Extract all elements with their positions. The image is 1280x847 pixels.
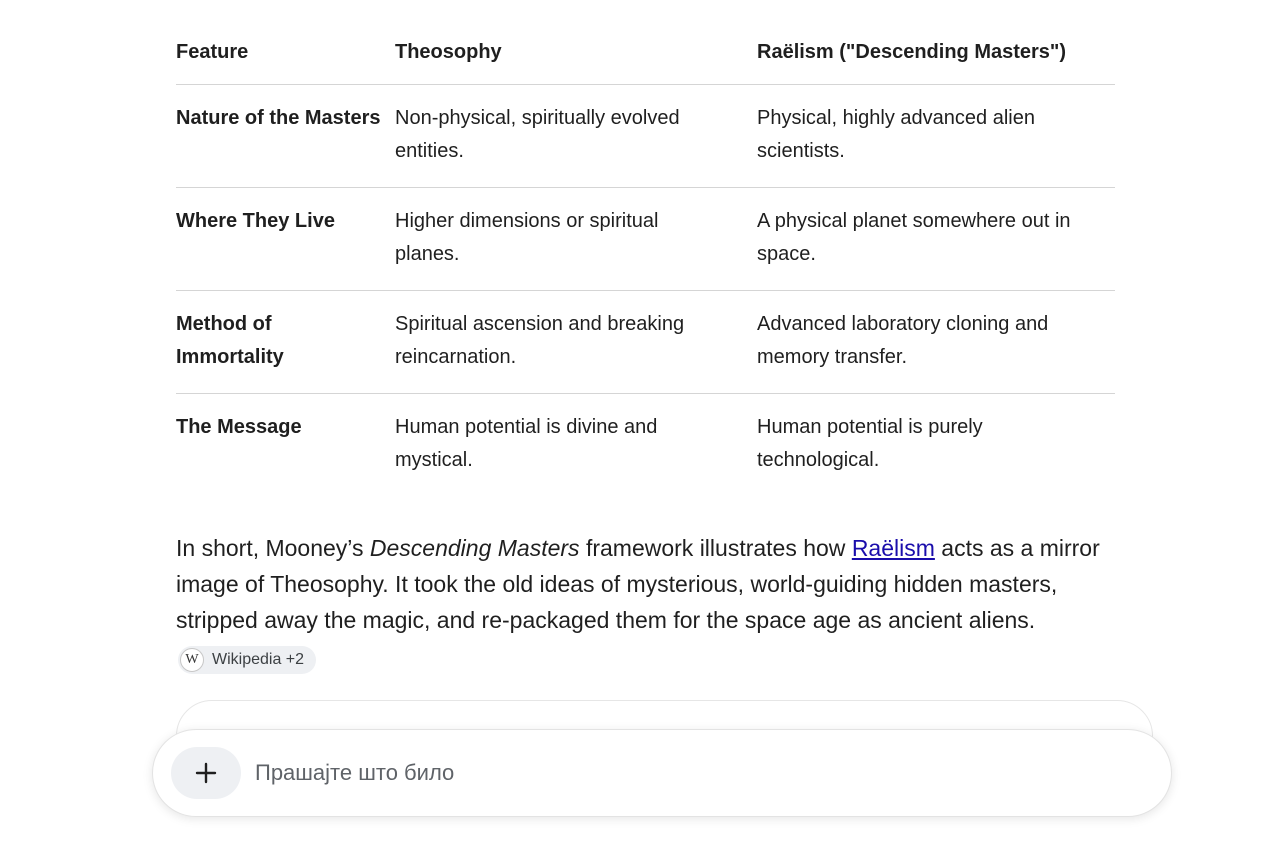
table-header-cell: Raëlism ("Descending Masters") xyxy=(757,20,1115,85)
summary-text: In short, Mooney’s xyxy=(176,535,370,561)
table-row: Nature of the Masters Non-physical, spir… xyxy=(176,84,1115,188)
plus-icon xyxy=(195,762,217,784)
raelism-link[interactable]: Raëlism xyxy=(852,535,935,561)
comparison-table: Feature Theosophy Raëlism ("Descending M… xyxy=(176,20,1115,496)
table-row: Method of Immortality Spiritual ascensio… xyxy=(176,290,1115,394)
book-title: Descending Masters xyxy=(369,535,580,561)
citation-label: Wikipedia +2 xyxy=(212,651,305,668)
raelism-cell: A physical planet somewhere out in space… xyxy=(757,187,1115,291)
table-row: The Message Human potential is divine an… xyxy=(176,394,1115,497)
raelism-cell: Physical, highly advanced alien scientis… xyxy=(757,84,1115,188)
theosophy-cell: Human potential is divine and mystical. xyxy=(395,416,658,471)
theosophy-cell: Higher dimensions or spiritual planes. xyxy=(395,187,757,291)
chat-page: Feature Theosophy Raëlism ("Descending M… xyxy=(0,0,1280,847)
raelism-cell: Advanced laboratory cloning and memory t… xyxy=(757,290,1115,394)
raelism-cell: Human potential is purely technological. xyxy=(757,416,983,471)
row-feature-label: Where They Live xyxy=(176,187,395,291)
row-feature-label: Nature of the Masters xyxy=(176,84,395,188)
table-header-cell: Feature xyxy=(176,20,395,85)
citation-chip[interactable]: W Wikipedia +2 xyxy=(178,646,317,674)
table-row: Where They Live Higher dimensions or spi… xyxy=(176,187,1115,291)
response-content: Feature Theosophy Raëlism ("Descending M… xyxy=(176,0,1116,697)
summary-paragraph: In short, Mooney’s Descending Masters fr… xyxy=(176,530,1136,674)
table-header-cell: Theosophy xyxy=(395,20,757,85)
prompt-input[interactable] xyxy=(253,759,1117,787)
prompt-composer xyxy=(152,729,1172,817)
add-attachment-button[interactable] xyxy=(171,747,241,799)
row-feature-label: The Message xyxy=(176,416,302,438)
theosophy-cell: Non-physical, spiritually evolved entiti… xyxy=(395,84,757,188)
table-header-row: Feature Theosophy Raëlism ("Descending M… xyxy=(176,20,1115,85)
summary-text: framework illustrates how xyxy=(579,535,852,561)
row-feature-label: Method of Immortality xyxy=(176,290,395,394)
theosophy-cell: Spiritual ascension and breaking reincar… xyxy=(395,290,757,394)
wikipedia-icon: W xyxy=(180,648,204,672)
